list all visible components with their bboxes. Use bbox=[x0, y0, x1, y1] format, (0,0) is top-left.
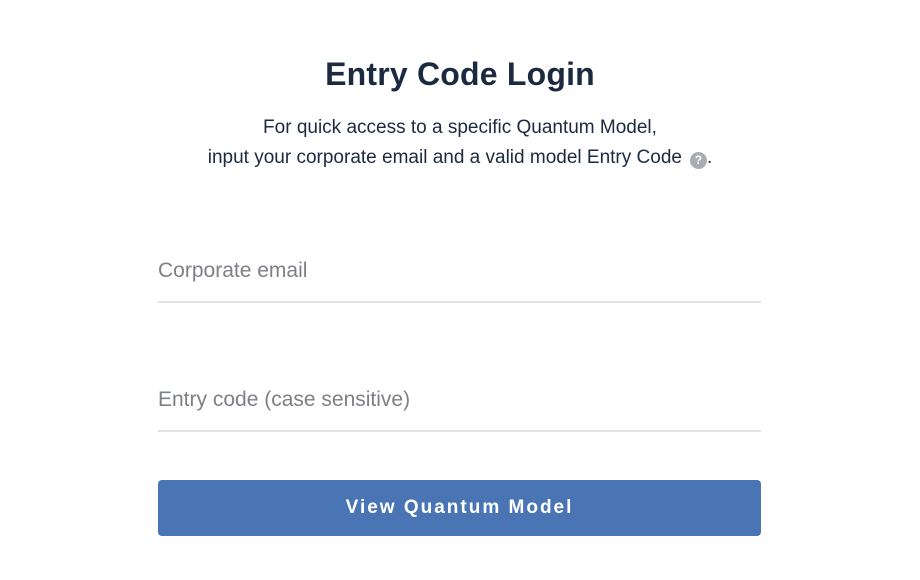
page-title: Entry Code Login bbox=[325, 56, 595, 92]
email-field-container bbox=[158, 251, 761, 303]
subtitle-line-1: For quick access to a specific Quantum M… bbox=[263, 117, 657, 138]
subtitle-line-2-text: input your corporate email and a valid m… bbox=[207, 147, 682, 168]
subtitle-period: . bbox=[706, 147, 713, 168]
help-icon[interactable]: ? bbox=[689, 152, 707, 169]
view-quantum-model-button[interactable]: View Quantum Model bbox=[158, 480, 761, 536]
entry-code-field[interactable] bbox=[158, 380, 761, 420]
entry-code-login-page: Entry Code Login For quick access to a s… bbox=[0, 0, 920, 580]
email-field[interactable] bbox=[158, 251, 761, 291]
subtitle-line-2: input your corporate email and a valid m… bbox=[0, 143, 920, 173]
page-subtitle: For quick access to a specific Quantum M… bbox=[0, 113, 920, 173]
entry-code-field-container bbox=[158, 380, 761, 432]
